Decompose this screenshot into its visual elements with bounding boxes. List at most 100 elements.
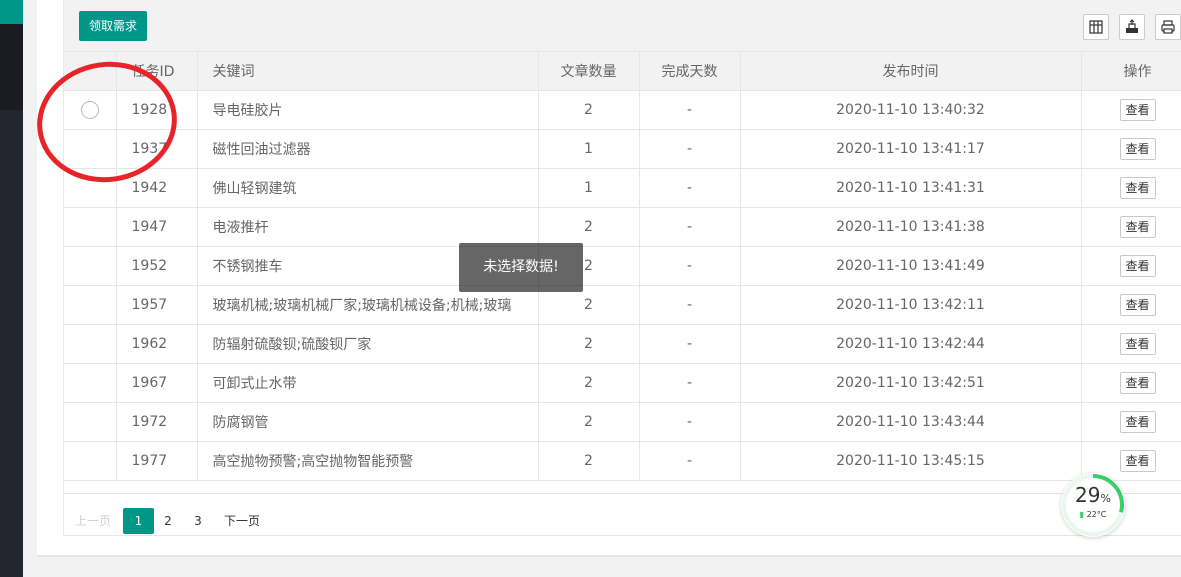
days-cell: -	[639, 324, 741, 364]
row-select-cell[interactable]	[64, 363, 117, 403]
publish-time-cell: 2020-11-10 13:42:51	[740, 363, 1082, 403]
view-button[interactable]: 查看	[1119, 449, 1156, 472]
row-select-cell[interactable]	[64, 285, 117, 325]
view-button[interactable]: 查看	[1119, 215, 1156, 238]
table-row[interactable]: 1962 防辐射硫酸钡;硫酸钡厂家 2-2020-11-10 13:42:44 查看	[64, 324, 1181, 364]
table-row[interactable]: 1947 电液推杆 2-2020-11-10 13:41:38 查看	[64, 207, 1181, 247]
operation-cell: 查看	[1081, 324, 1181, 364]
article-count-cell: 2	[538, 402, 640, 442]
days-cell: -	[639, 207, 741, 247]
days-cell: -	[639, 285, 741, 325]
keyword-cell: 佛山轻钢建筑	[197, 168, 539, 208]
operation-cell: 查看	[1081, 129, 1181, 169]
table-row[interactable]: 1957 玻璃机械;玻璃机械厂家;玻璃机械设备;机械;玻璃 2-2020-11-10…	[64, 285, 1181, 325]
task-id-cell: 1957	[116, 285, 198, 325]
days-cell: -	[639, 168, 741, 208]
view-button[interactable]: 查看	[1119, 410, 1156, 433]
table-row[interactable]: 1942 佛山轻钢建筑 1-2020-11-10 13:41:31 查看	[64, 168, 1181, 208]
temperature-label: ▮ 22°C	[1079, 510, 1107, 519]
task-table: 任务ID 关键词 文章数量 完成天数 发布时间 操作 1928 导电硅胶片 2-20…	[63, 52, 1181, 493]
table-toolbar	[63, 0, 1181, 52]
operation-cell: 查看	[1081, 285, 1181, 325]
operation-cell: 查看	[1081, 246, 1181, 286]
table-row[interactable]: 1937 磁性回油过滤器 1-2020-11-10 13:41:17 查看	[64, 129, 1181, 169]
next-page-link[interactable]: 下一页	[224, 508, 260, 534]
keyword-cell: 防腐钢管	[197, 402, 539, 442]
keyword-cell: 导电硅胶片	[197, 90, 539, 130]
operation-cell: 查看	[1081, 363, 1181, 403]
days-cell: -	[639, 402, 741, 442]
days-cell: -	[639, 363, 741, 403]
operation-cell: 查看	[1081, 402, 1181, 442]
memory-widget[interactable]: 29% ▮ 22°C	[1061, 473, 1125, 537]
claim-demand-button[interactable]: 领取需求	[79, 11, 147, 41]
row-select-cell[interactable]	[64, 441, 117, 481]
article-count-cell: 2	[538, 441, 640, 481]
print-icon[interactable]	[1155, 14, 1181, 40]
table-header-row: 任务ID 关键词 文章数量 完成天数 发布时间 操作	[64, 52, 1181, 91]
toast-message: 未选择数据!	[459, 243, 583, 292]
keyword-cell: 高空抛物预警;高空抛物智能预警	[197, 441, 539, 481]
row-select-cell[interactable]	[64, 324, 117, 364]
keyword-cell: 防辐射硫酸钡;硫酸钡厂家	[197, 324, 539, 364]
page-3[interactable]: 3	[190, 508, 206, 534]
days-cell: -	[639, 246, 741, 286]
columns-icon[interactable]	[1083, 14, 1109, 40]
article-count-cell: 2	[538, 207, 640, 247]
task-id-cell: 1967	[116, 363, 198, 403]
article-count-cell: 2	[538, 324, 640, 364]
table-row[interactable]: 1967 可卸式止水带 2-2020-11-10 13:42:51 查看	[64, 363, 1181, 403]
article-count-cell: 2	[538, 90, 640, 130]
article-count-cell: 2	[538, 363, 640, 403]
export-icon[interactable]	[1119, 14, 1145, 40]
publish-time-cell: 2020-11-10 13:41:17	[740, 129, 1082, 169]
operation-cell: 查看	[1081, 168, 1181, 208]
view-button[interactable]: 查看	[1119, 98, 1156, 121]
page-2[interactable]: 2	[160, 508, 176, 534]
view-button[interactable]: 查看	[1119, 293, 1156, 316]
prev-page-link: 上一页	[75, 514, 112, 528]
days-cell: -	[639, 129, 741, 169]
task-id-cell: 1962	[116, 324, 198, 364]
keyword-cell: 可卸式止水带	[197, 363, 539, 403]
view-button[interactable]: 查看	[1119, 176, 1156, 199]
view-button[interactable]: 查看	[1119, 332, 1156, 355]
header-publish-time[interactable]: 发布时间	[740, 52, 1082, 91]
publish-time-cell: 2020-11-10 13:43:44	[740, 402, 1082, 442]
row-select-cell[interactable]	[64, 246, 117, 286]
task-id-cell: 1952	[116, 246, 198, 286]
view-button[interactable]: 查看	[1119, 254, 1156, 277]
table-row[interactable]: 1977 高空抛物预警;高空抛物智能预警 2-2020-11-10 13:45:15…	[64, 441, 1181, 481]
publish-time-cell: 2020-11-10 13:42:11	[740, 285, 1082, 325]
article-count-cell: 1	[538, 168, 640, 208]
row-select-cell[interactable]	[64, 402, 117, 442]
publish-time-cell: 2020-11-10 13:41:31	[740, 168, 1082, 208]
publish-time-cell: 2020-11-10 13:41:49	[740, 246, 1082, 286]
table-row[interactable]: 1952 不锈钢推车 2-2020-11-10 13:41:49 查看	[64, 246, 1181, 286]
sidebar-menu[interactable]	[0, 24, 23, 110]
task-id-cell: 1972	[116, 402, 198, 442]
header-days[interactable]: 完成天数	[639, 52, 741, 91]
operation-cell: 查看	[1081, 207, 1181, 247]
view-button[interactable]: 查看	[1119, 137, 1156, 160]
table-row[interactable]: 1928 导电硅胶片 2-2020-11-10 13:40:32 查看	[64, 90, 1181, 130]
days-cell: -	[639, 441, 741, 481]
publish-time-cell: 2020-11-10 13:41:38	[740, 207, 1082, 247]
view-button[interactable]: 查看	[1119, 371, 1156, 394]
memory-percent: 29%	[1075, 483, 1111, 507]
operation-cell: 查看	[1081, 90, 1181, 130]
publish-time-cell: 2020-11-10 13:42:44	[740, 324, 1082, 364]
task-id-cell: 1947	[116, 207, 198, 247]
keyword-cell: 磁性回油过滤器	[197, 129, 539, 169]
header-article-count[interactable]: 文章数量	[538, 52, 640, 91]
task-id-cell: 1977	[116, 441, 198, 481]
publish-time-cell: 2020-11-10 13:45:15	[740, 441, 1082, 481]
days-cell: -	[639, 90, 741, 130]
card-bottom-border	[37, 555, 1181, 557]
sidebar-active-item[interactable]	[0, 0, 23, 24]
table-row[interactable]: 1972 防腐钢管 2-2020-11-10 13:43:44 查看	[64, 402, 1181, 442]
page-1[interactable]: 1	[123, 508, 154, 534]
row-select-cell[interactable]	[64, 207, 117, 247]
header-keyword[interactable]: 关键词	[197, 52, 539, 91]
sidebar	[0, 0, 23, 577]
